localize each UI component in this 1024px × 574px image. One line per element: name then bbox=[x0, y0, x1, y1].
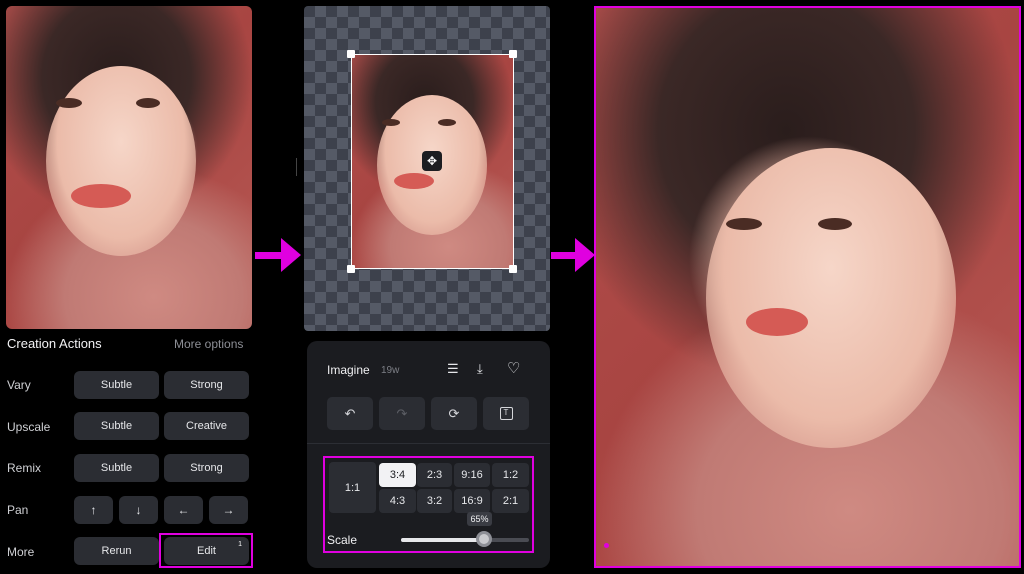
rerun-button[interactable]: Rerun bbox=[74, 537, 159, 565]
creation-actions-title: Creation Actions bbox=[7, 336, 102, 351]
crop-handle-bottom-left[interactable] bbox=[347, 265, 355, 273]
move-arrows-icon[interactable]: ✥ bbox=[422, 151, 442, 171]
more-options-link[interactable]: More options bbox=[174, 337, 243, 351]
pan-left-button[interactable]: ← bbox=[164, 496, 203, 524]
edit-highlight bbox=[159, 533, 253, 568]
left-eye bbox=[56, 98, 82, 108]
vary-label: Vary bbox=[7, 378, 31, 392]
result-highlight bbox=[594, 6, 1021, 568]
marker-dot bbox=[604, 543, 609, 548]
face-region bbox=[46, 66, 196, 256]
panel-separator bbox=[307, 443, 550, 444]
pan-down-button[interactable]: ↓ bbox=[119, 496, 158, 524]
list-icon[interactable]: ☰ bbox=[447, 361, 459, 377]
crop-handle-top-right[interactable] bbox=[509, 50, 517, 58]
redo-icon[interactable]: ↷ bbox=[379, 397, 425, 430]
undo-icon[interactable]: ↶ bbox=[327, 397, 373, 430]
remix-subtle-button[interactable]: Subtle bbox=[74, 454, 159, 482]
download-icon[interactable]: ⤓ bbox=[477, 361, 483, 377]
text-box-icon[interactable]: T bbox=[483, 397, 529, 430]
pan-label: Pan bbox=[7, 503, 29, 517]
vary-subtle-button[interactable]: Subtle bbox=[74, 371, 159, 399]
crop-handle-bottom-right[interactable] bbox=[509, 265, 517, 273]
aspect-ratio-highlight bbox=[323, 456, 534, 553]
flow-arrow-1-icon bbox=[255, 238, 301, 272]
pan-up-button[interactable]: ↑ bbox=[74, 496, 113, 524]
right-eye bbox=[136, 98, 160, 108]
divider bbox=[296, 158, 297, 176]
upscale-subtle-button[interactable]: Subtle bbox=[74, 412, 159, 440]
source-image bbox=[6, 6, 252, 329]
remix-label: Remix bbox=[7, 461, 42, 475]
heart-icon[interactable]: ♡ bbox=[507, 359, 520, 377]
pan-right-button[interactable]: → bbox=[209, 496, 248, 524]
upscale-creative-button[interactable]: Creative bbox=[164, 412, 249, 440]
imagine-title: Imagine bbox=[327, 363, 370, 377]
flow-arrow-2-icon bbox=[551, 238, 597, 272]
upscale-label: Upscale bbox=[7, 420, 51, 434]
refresh-icon[interactable]: ⟳ bbox=[431, 397, 477, 430]
imagine-timestamp: 19w bbox=[381, 365, 400, 376]
lips bbox=[71, 184, 131, 208]
crop-handle-top-left[interactable] bbox=[347, 50, 355, 58]
more-label: More bbox=[7, 545, 35, 559]
vary-strong-button[interactable]: Strong bbox=[164, 371, 249, 399]
remix-strong-button[interactable]: Strong bbox=[164, 454, 249, 482]
